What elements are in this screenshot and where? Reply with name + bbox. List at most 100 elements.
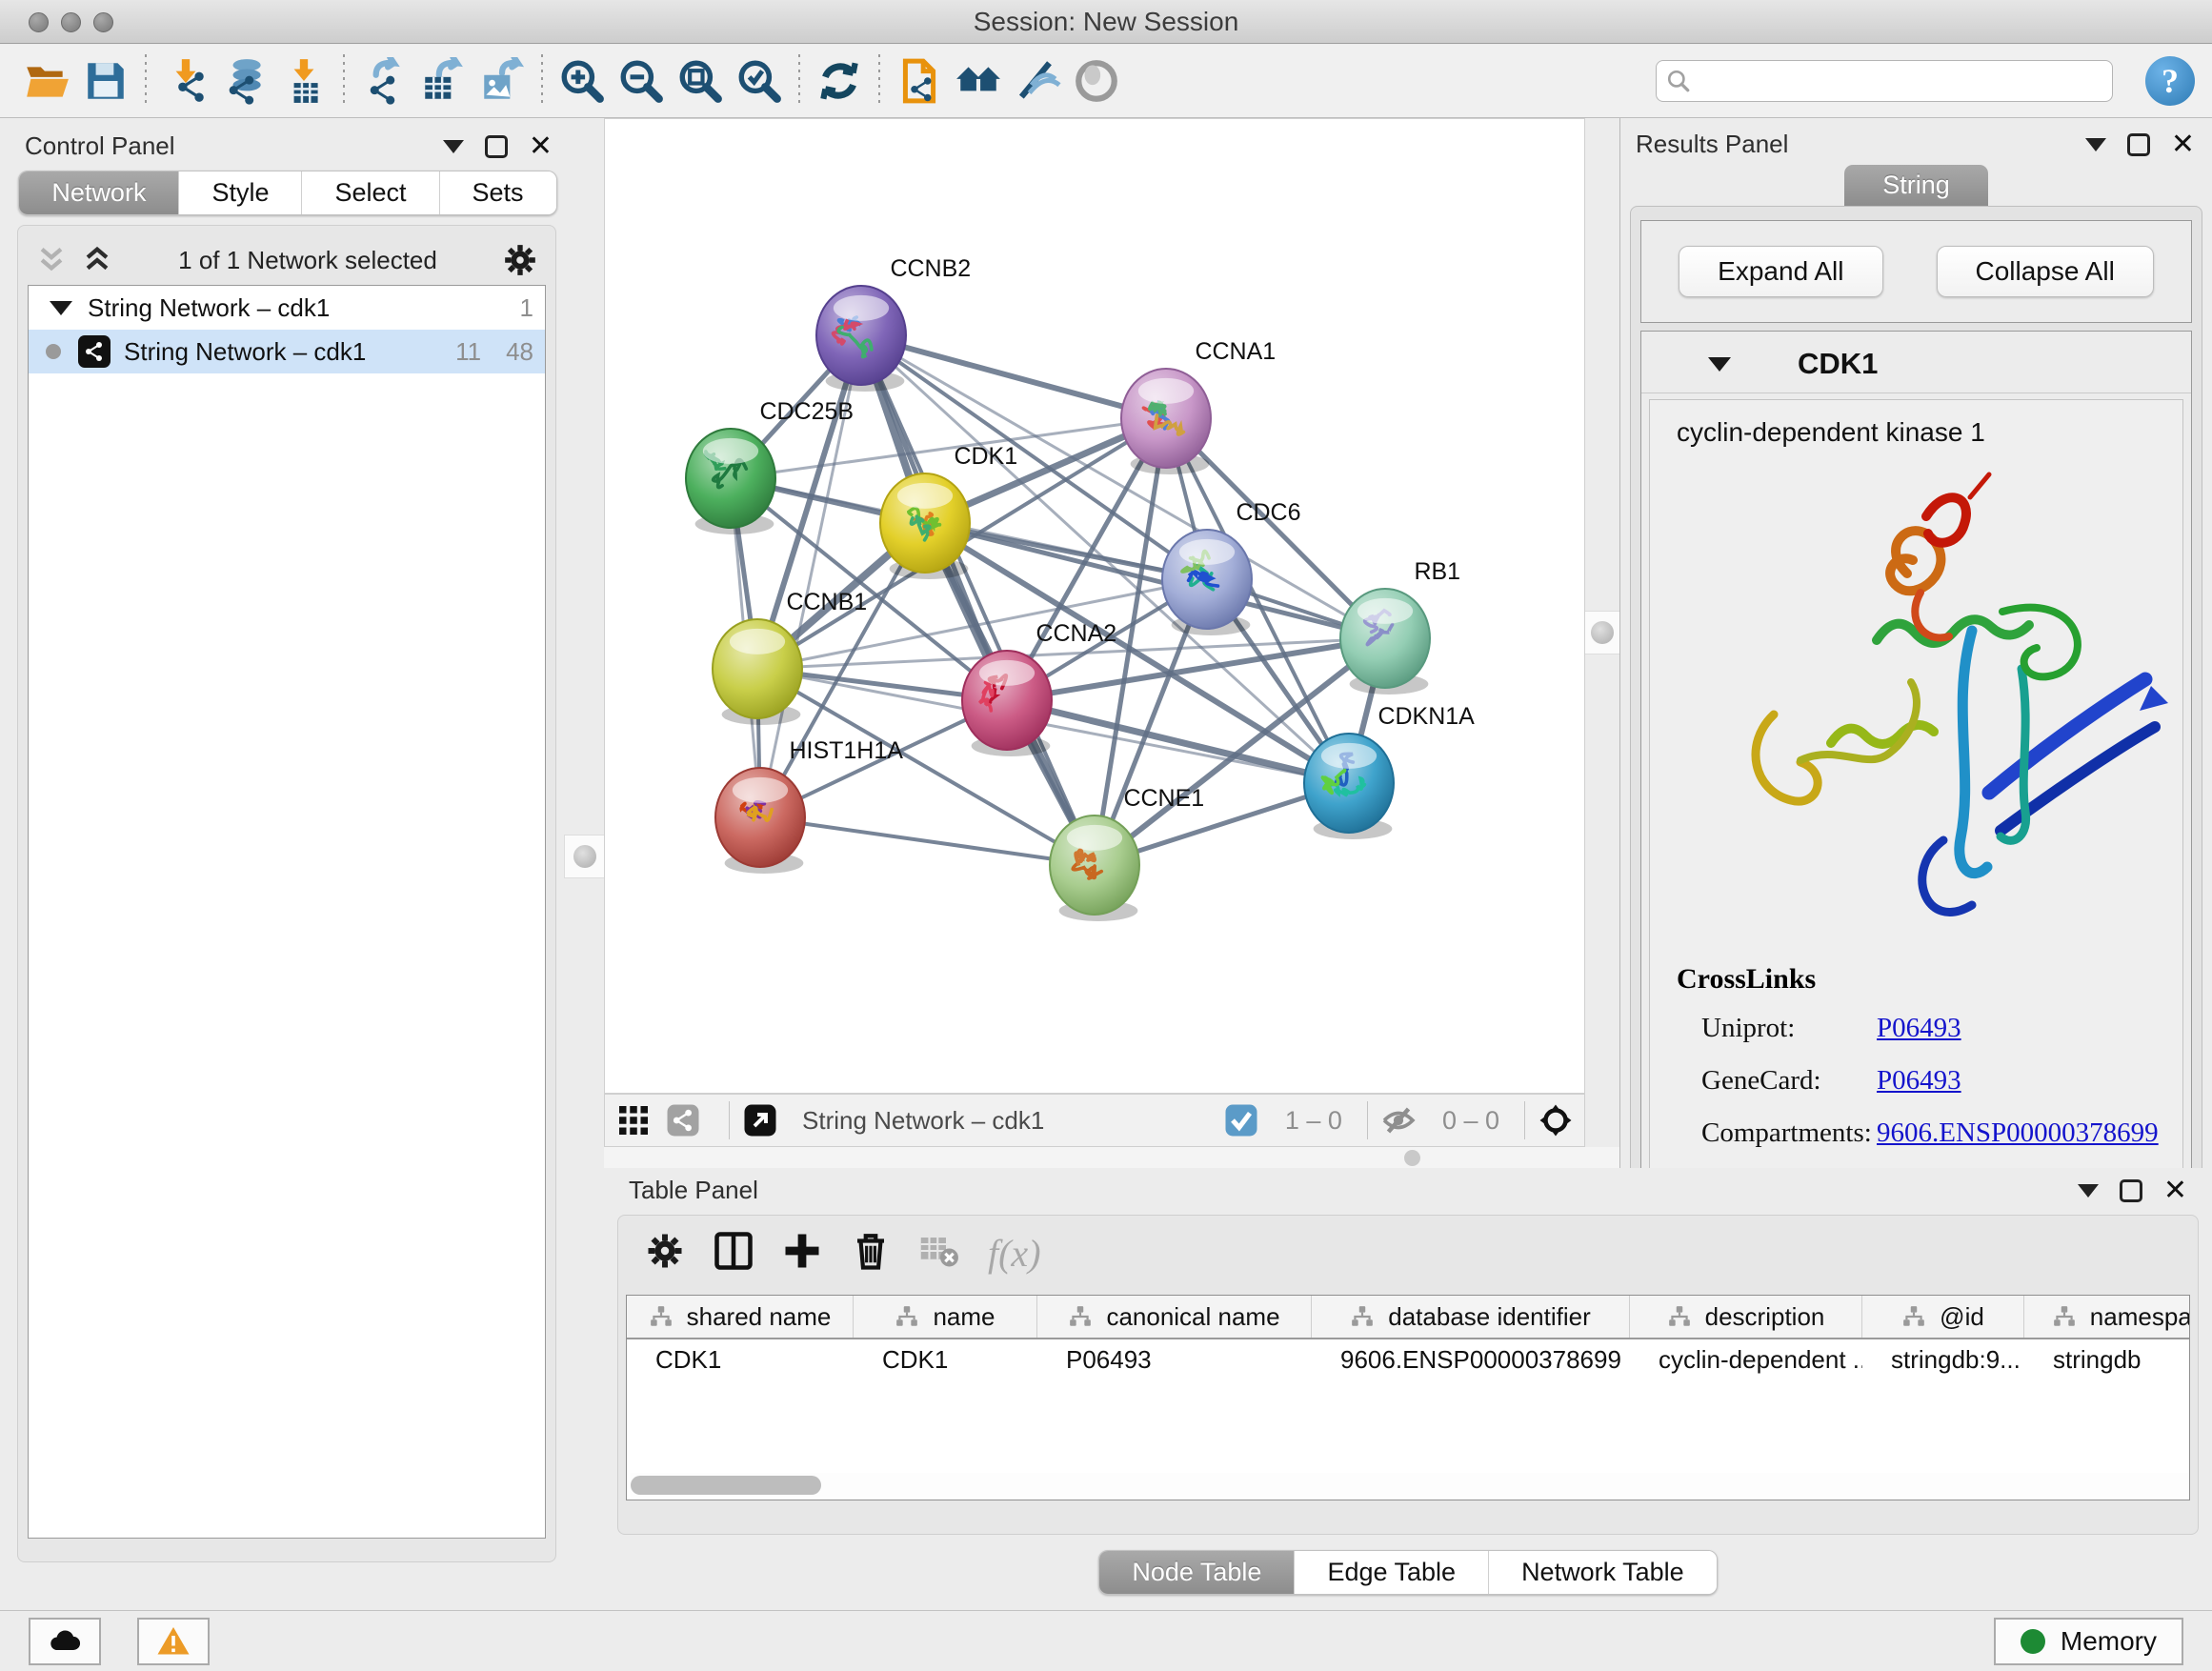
panel-float-icon[interactable] — [2120, 1179, 2142, 1202]
hide-show-button[interactable] — [1008, 51, 1067, 111]
detach-view-icon[interactable] — [743, 1103, 777, 1137]
expand-all-button[interactable]: Expand All — [1679, 246, 1882, 297]
export-image-button[interactable] — [473, 51, 532, 111]
network-node-CCNB2[interactable]: CCNB2 — [816, 255, 971, 392]
column-header-name[interactable]: name — [854, 1296, 1037, 1338]
columns-button[interactable] — [714, 1231, 754, 1276]
hidden-eye-icon[interactable] — [1381, 1103, 1416, 1137]
zoom-out-button[interactable] — [612, 51, 671, 111]
import-table-button[interactable] — [274, 51, 333, 111]
fit-selected-crosshair-icon[interactable] — [1538, 1103, 1573, 1137]
panel-menu-icon[interactable] — [2078, 1184, 2099, 1198]
table-cell[interactable]: cyclin-dependent ... — [1630, 1339, 1862, 1383]
tab-sets[interactable]: Sets — [440, 171, 556, 214]
network-node-CCNB1[interactable]: CCNB1 — [713, 589, 867, 725]
import-network-button[interactable] — [156, 51, 215, 111]
trash-button[interactable] — [851, 1231, 891, 1276]
table-cell[interactable]: stringdb — [2024, 1339, 2190, 1383]
protein-section-collapse-icon[interactable] — [1708, 357, 1731, 372]
panel-close-icon[interactable]: ✕ — [529, 135, 553, 158]
network-node-CDC25B[interactable]: CDC25B — [686, 398, 854, 534]
doc-share-button[interactable] — [890, 51, 949, 111]
tab-node-table[interactable]: Node Table — [1099, 1551, 1295, 1594]
column-header-namespace[interactable]: namespace — [2024, 1296, 2190, 1338]
collapse-all-button[interactable]: Collapse All — [1937, 246, 2154, 297]
panel-menu-icon[interactable] — [2085, 138, 2106, 151]
zoom-selected-button[interactable] — [730, 51, 789, 111]
open-button[interactable] — [17, 51, 76, 111]
left-splitter[interactable] — [564, 118, 604, 1610]
network-row[interactable]: String Network – cdk1 11 48 — [29, 330, 545, 373]
tab-style[interactable]: Style — [179, 171, 302, 214]
function-builder-button[interactable]: f(x) — [988, 1231, 1041, 1276]
network-node-HIST1H1A[interactable]: HIST1H1A — [715, 737, 903, 874]
window-zoom-button[interactable] — [93, 12, 113, 32]
table-cell[interactable]: P06493 — [1037, 1339, 1312, 1383]
network-collection-row[interactable]: String Network – cdk1 1 — [29, 286, 545, 330]
network-node-CDKN1A[interactable]: CDKN1A — [1304, 703, 1475, 839]
network-thumbnail-icon[interactable] — [666, 1103, 700, 1137]
sphere-button[interactable] — [1067, 51, 1126, 111]
column-header-description[interactable]: description — [1630, 1296, 1862, 1338]
tree-expand-icon[interactable] — [50, 301, 72, 315]
birds-eye-grid-icon[interactable] — [616, 1103, 651, 1137]
gear-button[interactable] — [645, 1231, 685, 1276]
panel-float-icon[interactable] — [485, 135, 508, 158]
table-cell[interactable]: 9606.ENSP00000378699 — [1312, 1339, 1630, 1383]
tab-network-table[interactable]: Network Table — [1489, 1551, 1717, 1594]
window-close-button[interactable] — [29, 12, 49, 32]
cloud-button[interactable] — [29, 1618, 101, 1665]
zoom-in-button[interactable] — [553, 51, 612, 111]
column-header-canonical-name[interactable]: canonical name — [1037, 1296, 1312, 1338]
tab-select[interactable]: Select — [302, 171, 439, 214]
network-canvas[interactable]: CCNB2CCNA1CDC25BCDK1CDC6RB1CCNB1CCNA2CDK… — [604, 118, 1585, 1094]
tab-string[interactable]: String — [1844, 165, 1988, 206]
splitter-knob[interactable] — [1404, 1150, 1420, 1166]
network-edge[interactable] — [760, 817, 1095, 865]
scrollbar-thumb[interactable] — [631, 1476, 821, 1495]
table-cell[interactable]: CDK1 — [627, 1339, 854, 1383]
help-button[interactable]: ? — [2145, 56, 2195, 106]
plus-button[interactable] — [782, 1231, 822, 1276]
table-x-button[interactable] — [919, 1231, 959, 1276]
zoom-fit-button[interactable] — [671, 51, 730, 111]
expand-all-icon[interactable] — [81, 244, 113, 276]
crosslink-link[interactable]: P06493 — [1877, 1065, 1961, 1097]
crosslink-link[interactable]: 9606.ENSP00000378699 — [1877, 1117, 2159, 1149]
network-edge[interactable] — [861, 335, 1095, 865]
export-network-button[interactable] — [354, 51, 413, 111]
table-row[interactable]: CDK1CDK1P064939606.ENSP00000378699cyclin… — [627, 1339, 2190, 1383]
panel-float-icon[interactable] — [2127, 133, 2150, 156]
refresh-button[interactable] — [810, 51, 869, 111]
panel-close-icon[interactable]: ✕ — [2171, 133, 2195, 156]
splitter-knob[interactable] — [1591, 621, 1614, 644]
save-button[interactable] — [76, 51, 135, 111]
column-header-database-identifier[interactable]: database identifier — [1312, 1296, 1630, 1338]
search-box[interactable] — [1656, 60, 2113, 102]
collapse-all-icon[interactable] — [35, 244, 68, 276]
network-node-CDC6[interactable]: CDC6 — [1162, 499, 1301, 635]
splitter-knob[interactable] — [573, 845, 596, 868]
tab-edge-table[interactable]: Edge Table — [1295, 1551, 1489, 1594]
selected-checkbox-icon[interactable] — [1224, 1103, 1258, 1137]
crosslink-link[interactable]: P06493 — [1877, 1013, 1961, 1044]
column-header--id[interactable]: @id — [1862, 1296, 2024, 1338]
table-cell[interactable]: stringdb:9... — [1862, 1339, 2024, 1383]
panel-close-icon[interactable]: ✕ — [2163, 1179, 2187, 1202]
export-table-button[interactable] — [413, 51, 473, 111]
tab-network[interactable]: Network — [19, 171, 179, 214]
import-database-button[interactable] — [215, 51, 274, 111]
network-node-CCNE1[interactable]: CCNE1 — [1050, 785, 1204, 921]
table-hscrollbar[interactable] — [631, 1473, 2190, 1498]
network-options-gear-icon[interactable] — [502, 242, 538, 278]
column-header-shared-name[interactable]: shared name — [627, 1296, 854, 1338]
homes-button[interactable] — [949, 51, 1008, 111]
warnings-button[interactable] — [137, 1618, 210, 1665]
panel-menu-icon[interactable] — [443, 140, 464, 153]
window-minimize-button[interactable] — [61, 12, 81, 32]
search-input[interactable] — [1691, 63, 2102, 99]
column-type-icon — [649, 1304, 674, 1329]
table-cell[interactable]: CDK1 — [854, 1339, 1037, 1383]
network-node-RB1[interactable]: RB1 — [1340, 558, 1460, 695]
memory-button[interactable]: Memory — [1994, 1618, 2183, 1665]
